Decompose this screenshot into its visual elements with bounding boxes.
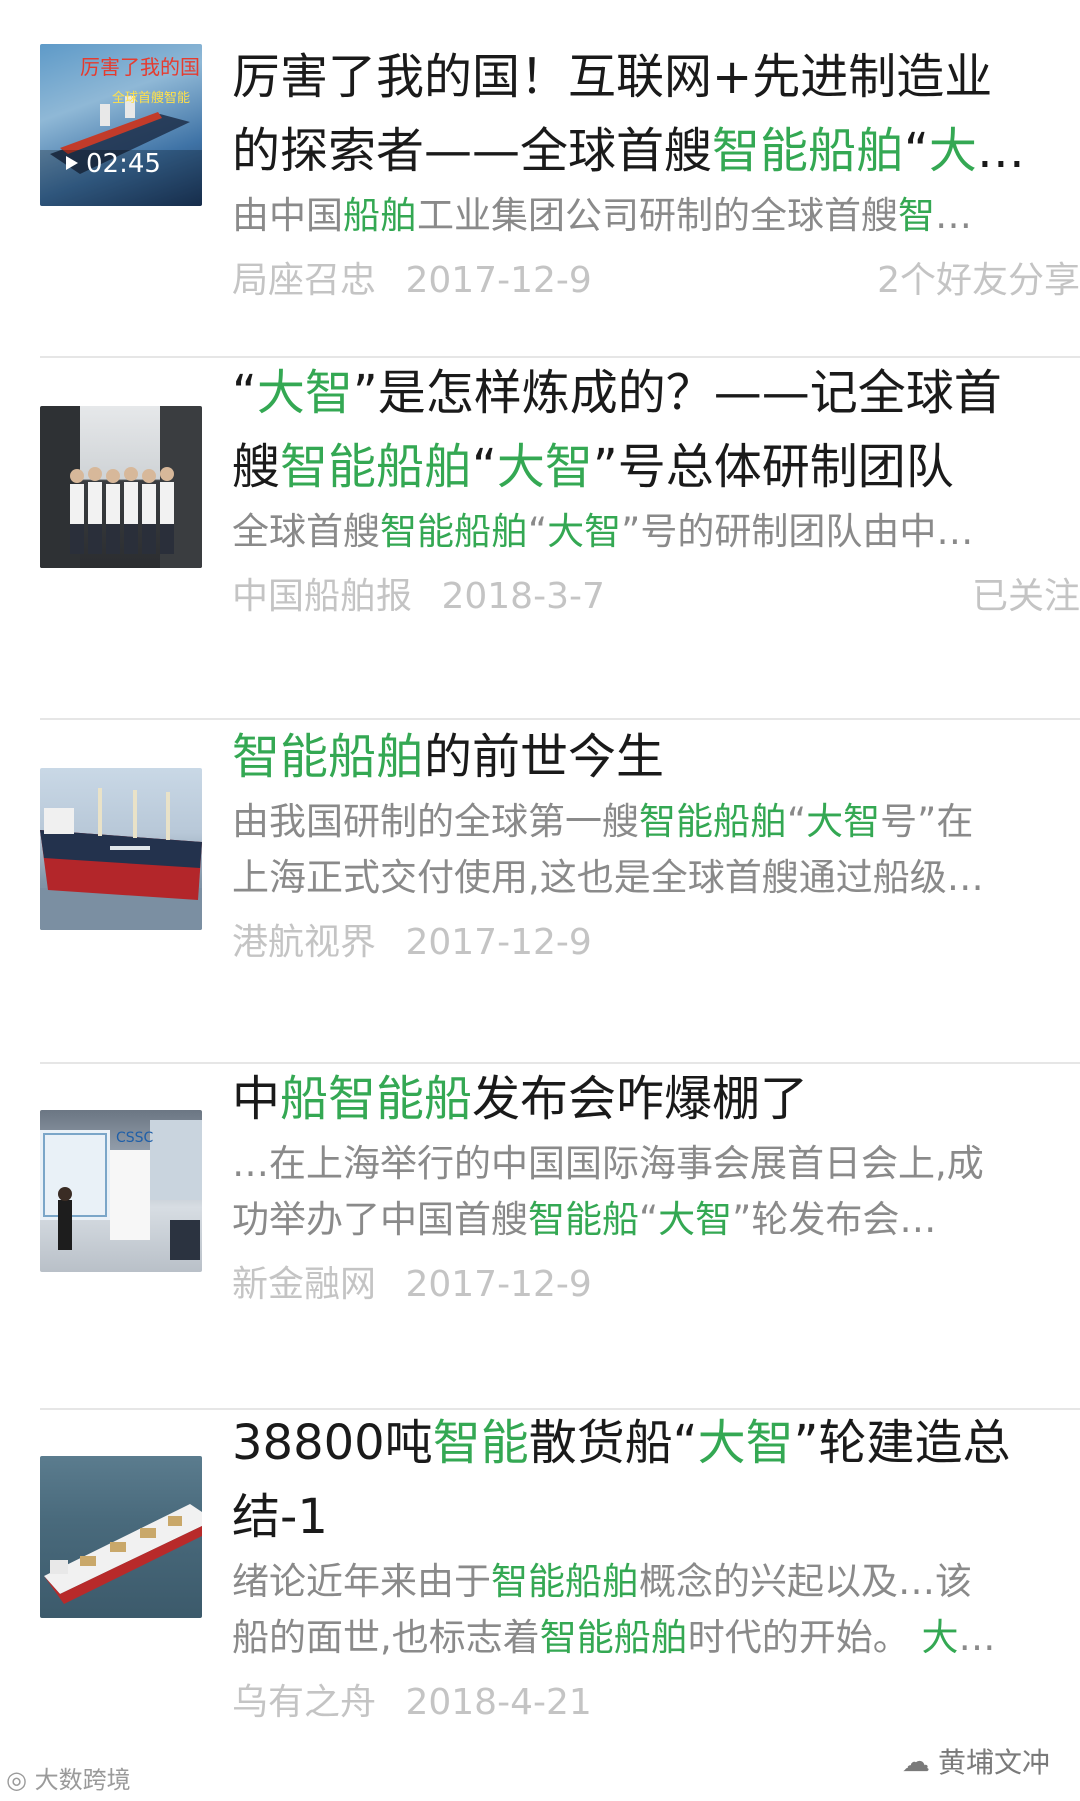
watermark-logo-icon: ◎	[6, 1766, 27, 1794]
thumbnail-subtitle-text: 全球首艘智能	[112, 90, 190, 106]
team-photo-image	[40, 406, 202, 568]
result-meta: 新金融网 2017-12-9	[232, 1260, 1072, 1310]
svg-text:CSSC: CSSC	[116, 1130, 154, 1146]
video-duration: 02:45	[86, 149, 161, 179]
result-date: 2017-12-9	[405, 1264, 592, 1305]
result-snippet: …在上海举行的中国国际海事会展首日会上,成	[232, 1142, 984, 1185]
result-date: 2017-12-9	[405, 260, 592, 301]
result-source[interactable]: 港航视界	[232, 922, 376, 963]
result-source[interactable]: 中国船舶报	[232, 576, 412, 617]
result-snippet: 由我国研制的全球第一艘智能船舶“大智号”在	[232, 800, 974, 843]
team-photo-thumbnail[interactable]	[40, 406, 202, 568]
result-date: 2018-4-21	[405, 1682, 592, 1723]
result-snippet-line2: 船的面世,也标志着智能船舶时代的开始。 大…	[232, 1616, 996, 1659]
result-date: 2018-3-7	[441, 576, 605, 617]
result-title[interactable]: 38800吨智能散货船“大智”轮建造总	[232, 1406, 1072, 1480]
result-meta: 局座召忠 2017-12-9 2个好友分享	[232, 256, 1080, 306]
result-source[interactable]: 乌有之舟	[232, 1682, 376, 1723]
result-snippet: 绪论近年来由于智能船舶概念的兴起以及…该	[232, 1560, 972, 1603]
followed-label: 已关注	[971, 576, 1080, 617]
result-title[interactable]: 中船智能船发布会咋爆棚了	[232, 1062, 1072, 1136]
watermark-right: ☁ 黄埔文冲	[901, 1744, 1050, 1780]
result-snippet: 由中国船舶工业集团公司研制的全球首艘智…	[232, 194, 972, 237]
result-title-line2[interactable]: 结-1	[232, 1480, 1072, 1554]
event-photo-image: CSSC	[40, 1120, 202, 1260]
result-date: 2017-12-9	[405, 922, 592, 963]
ship-video-image: 厉害了我的国 全球首艘智能 02:45	[40, 55, 202, 206]
result-meta: 乌有之舟 2018-4-21	[232, 1678, 1072, 1728]
ship-photo-thumbnail[interactable]	[40, 768, 202, 930]
friends-shared-label: 2个好友分享	[877, 260, 1080, 301]
result-snippet-line2: 上海正式交付使用,这也是全球首艘通过船级…	[232, 856, 984, 899]
watermark-left: ◎ 大数跨境	[6, 1766, 131, 1794]
result-snippet: 全球首艘智能船舶“大智”号的研制团队由中…	[232, 510, 974, 553]
result-title[interactable]: 智能船舶的前世今生	[232, 720, 1072, 794]
result-title-line2[interactable]: 艘智能船舶“大智”号总体研制团队	[232, 430, 1072, 504]
result-title[interactable]: 厉害了我的国！互联网+先进制造业	[232, 40, 1072, 114]
wechat-icon: ☁	[901, 1744, 930, 1778]
result-title[interactable]: “大智”是怎样炼成的？——记全球首	[232, 356, 1072, 430]
result-meta: 中国船舶报 2018-3-7 已关注	[232, 572, 1080, 622]
result-meta: 港航视界 2017-12-9	[232, 918, 1072, 968]
result-source[interactable]: 新金融网	[232, 1264, 376, 1305]
ship-render-image	[44, 1504, 202, 1604]
ship-render-thumbnail[interactable]	[40, 1456, 202, 1618]
event-photo-thumbnail[interactable]: CSSC	[40, 1110, 202, 1272]
result-title-line2[interactable]: 的探索者——全球首艘智能船舶“大…	[232, 114, 1072, 188]
video-thumbnail[interactable]: 厉害了我的国 全球首艘智能 02:45	[40, 44, 202, 206]
ship-photo-image	[40, 788, 202, 930]
result-source[interactable]: 局座召忠	[232, 260, 376, 301]
thumbnail-title-text: 厉害了我的国	[80, 55, 200, 79]
result-snippet-line2: 功举办了中国首艘智能船“大智”轮发布会…	[232, 1198, 937, 1241]
